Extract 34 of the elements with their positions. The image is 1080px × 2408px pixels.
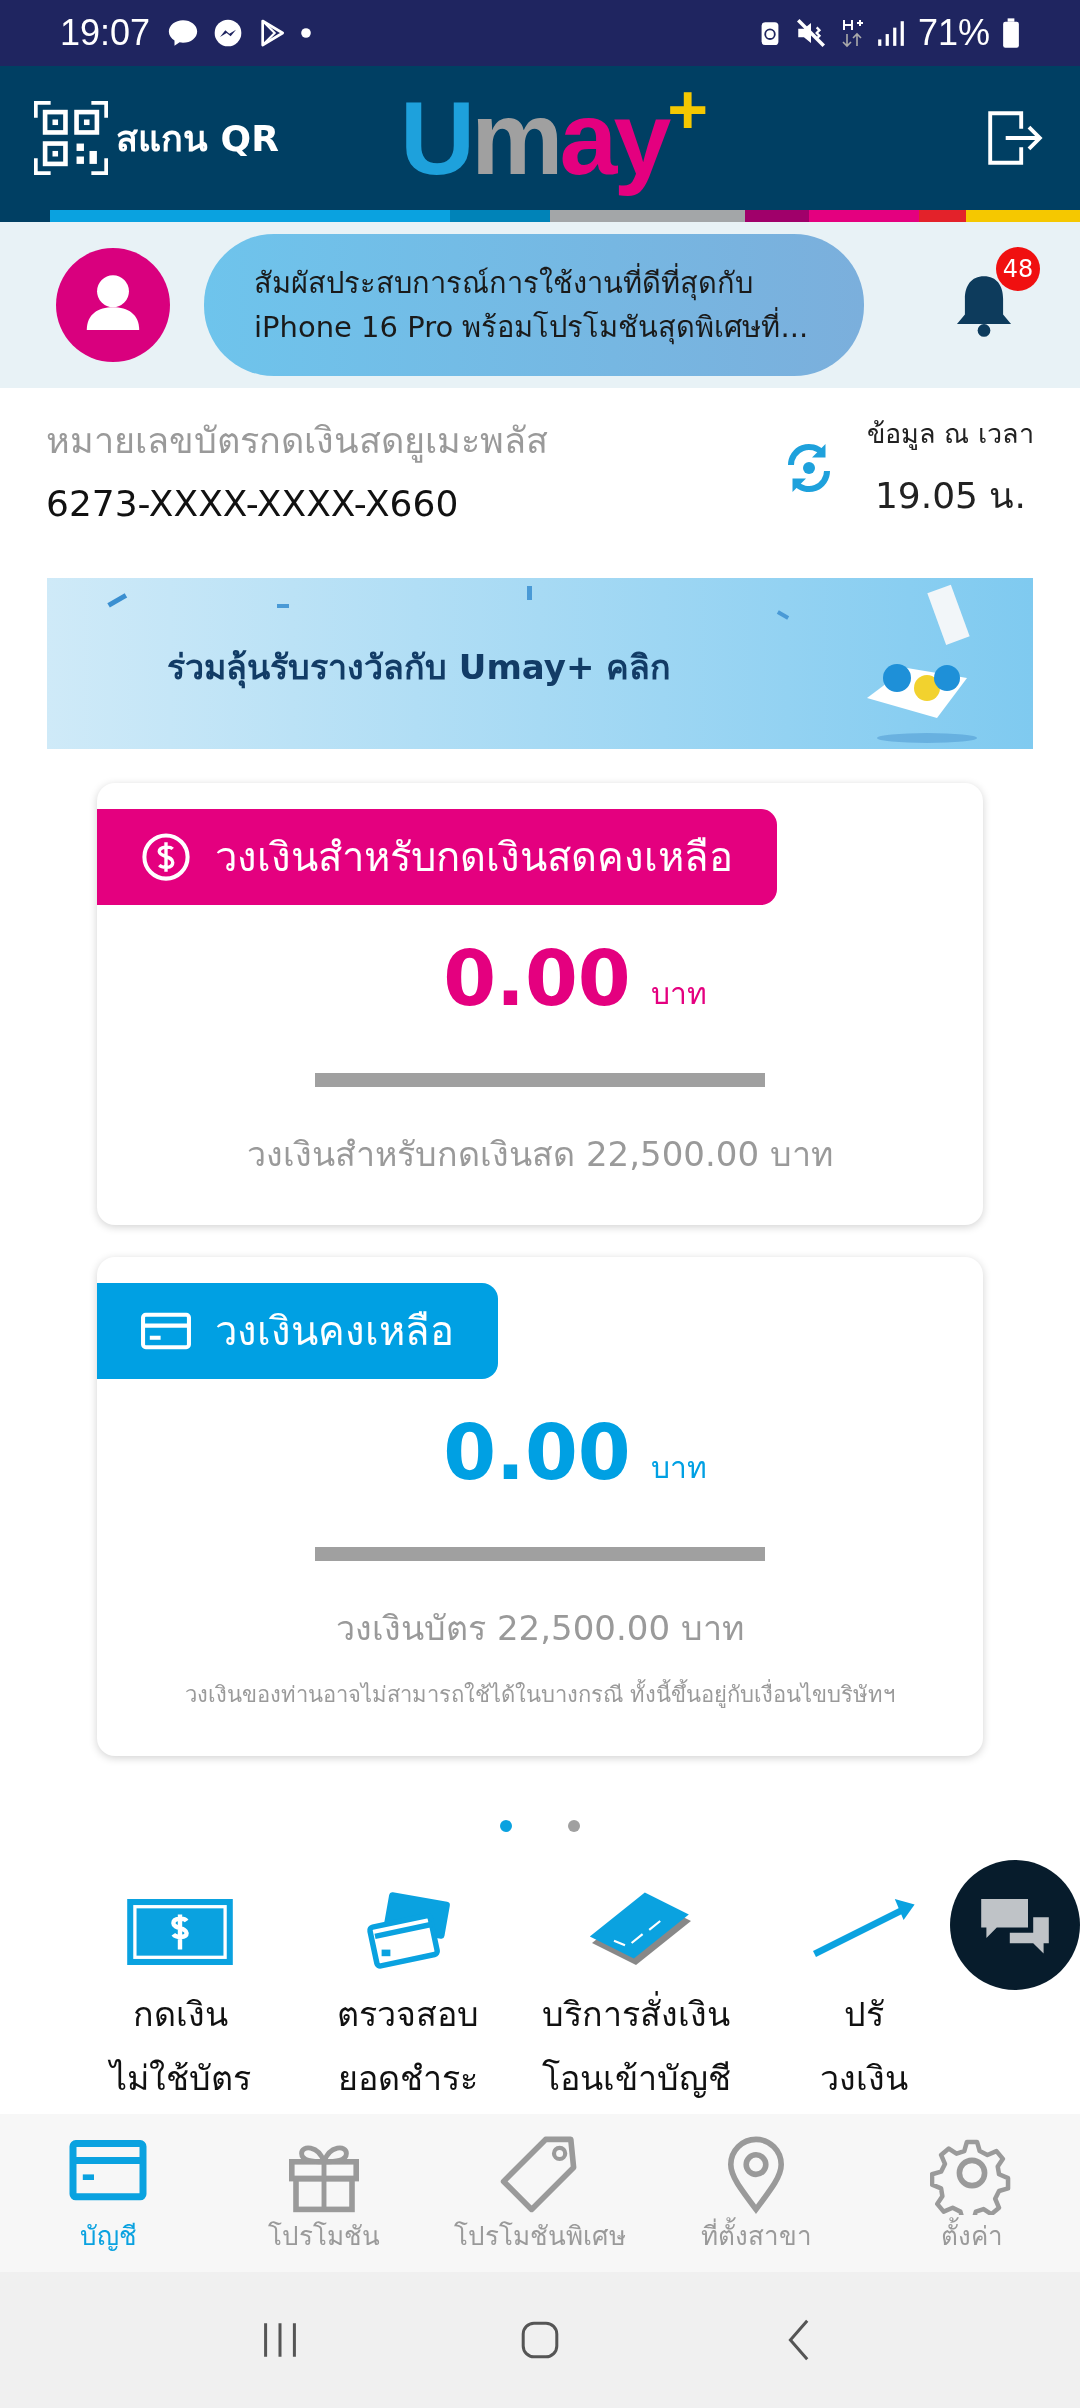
message-bubble[interactable]: สัมผัสประสบการณ์การใช้งานที่ดีที่สุดกับ iPhone 16 Pro พร้อมโปรโมชันสุดพิเศษที่...	[204, 234, 864, 376]
chat-icon[interactable]	[950, 1860, 1080, 1990]
promo-message: สัมผัสประสบการณ์การใช้งานที่ดีที่สุดกับ iPhone 16 Pro พร้อมโปรโมชันสุดพิเศษที่...	[254, 261, 809, 349]
updated-time: 19.05 น.	[873, 474, 1027, 518]
card-number: 6273-XXXX-XXXX-X660	[46, 483, 460, 524]
card-number-label: หมายเลขบัตรกดเงินสดยูเมะพลัส	[46, 419, 549, 465]
currency-unit: บาท	[650, 975, 707, 1013]
notification-count: 48	[996, 247, 1040, 291]
banner-headline: ร่วมลุ้นรับรางวัลกับ Umay+ คลิก	[167, 646, 672, 691]
quick-action[interactable]: บริการสั่งเงิน โอนเข้าบัญชี	[536, 1888, 736, 2110]
updated-label: ข้อมูล ณ เวลา	[866, 417, 1034, 452]
promo-banner[interactable]: ร่วมลุ้นรับรางวัลกับ Umay+ คลิก	[47, 578, 1033, 749]
dollar-coin-icon	[139, 830, 193, 884]
currency-unit: บาท	[650, 1449, 707, 1487]
credit-limit: วงเงินสำหรับกดเงินสด 22,500.00 บาท	[247, 1133, 833, 1176]
battery-icon	[1002, 17, 1020, 49]
dot-icon	[300, 27, 313, 39]
quick-action[interactable]: กดเงิน ไม่ใช้บัตร	[80, 1888, 280, 2110]
quick-action[interactable]: ตรวจสอบ ยอดชำระ	[308, 1888, 508, 2110]
scan-qr-button[interactable]: สแกน QR	[34, 101, 279, 175]
page-indicator-dot[interactable]	[500, 1820, 512, 1832]
balance-amount: 0.00	[443, 941, 631, 1017]
quick-action[interactable]: ปรั วงเงิน	[764, 1888, 964, 2110]
qr-code-icon	[34, 101, 108, 175]
clock: 19:07	[60, 12, 151, 54]
disclaimer: วงเงินของท่านอาจไม่สามารถใช้ได้ในบางกรณี ทั้งนี้ขึ้นอยู่กับเงื่อนไขบริษัทฯ	[185, 1677, 895, 1712]
avatar-icon	[56, 248, 170, 362]
network-type-icon	[839, 17, 864, 49]
page-indicator-dot[interactable]	[568, 1820, 580, 1832]
credit-limit: วงเงินบัตร 22,500.00 บาท	[336, 1607, 744, 1650]
battery-percentage: 71%	[917, 12, 990, 54]
app-logo: Umay$^{+}$	[400, 76, 705, 198]
balance-amount: 0.00	[443, 1415, 631, 1491]
signal-icon	[875, 18, 906, 48]
